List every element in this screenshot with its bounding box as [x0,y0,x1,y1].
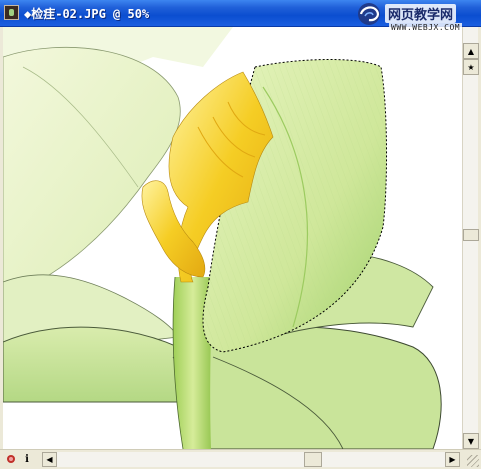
document-window: ◆检疰-02.JPG @ 50% 网页教学网 WWW.WEBJX.COM ▲ ★… [0,0,481,469]
resize-grip[interactable] [467,455,479,467]
vertical-scrollbar[interactable]: ▲ ★ ▼ [462,27,479,449]
status-bar: i ◀ ▶ [0,449,481,469]
arrow-right-icon[interactable]: ▶ [445,452,460,467]
watermark-url: WWW.WEBJX.COM [389,23,463,32]
watermark-title: 网页教学网 [385,4,457,23]
arrow-up-icon[interactable]: ▲ [463,43,479,59]
photoshop-doc-icon[interactable] [4,5,19,20]
arrow-left-icon[interactable]: ◀ [42,452,57,467]
horizontal-scroll-thumb[interactable] [304,452,322,467]
record-dot-icon[interactable] [4,452,18,466]
vertical-scroll-thumb[interactable] [463,229,479,241]
star-icon[interactable]: ★ [463,59,479,75]
flower-illustration [3,27,442,449]
watermark: 网页教学网 WWW.WEBJX.COM [355,0,479,40]
arrow-down-icon[interactable]: ▼ [463,433,479,449]
horizontal-scrollbar[interactable]: ◀ ▶ [42,452,460,467]
info-label[interactable]: i [20,452,34,466]
image-canvas[interactable] [3,27,462,449]
swirl-logo-icon [358,3,380,25]
window-title: ◆检疰-02.JPG @ 50% [24,7,150,21]
